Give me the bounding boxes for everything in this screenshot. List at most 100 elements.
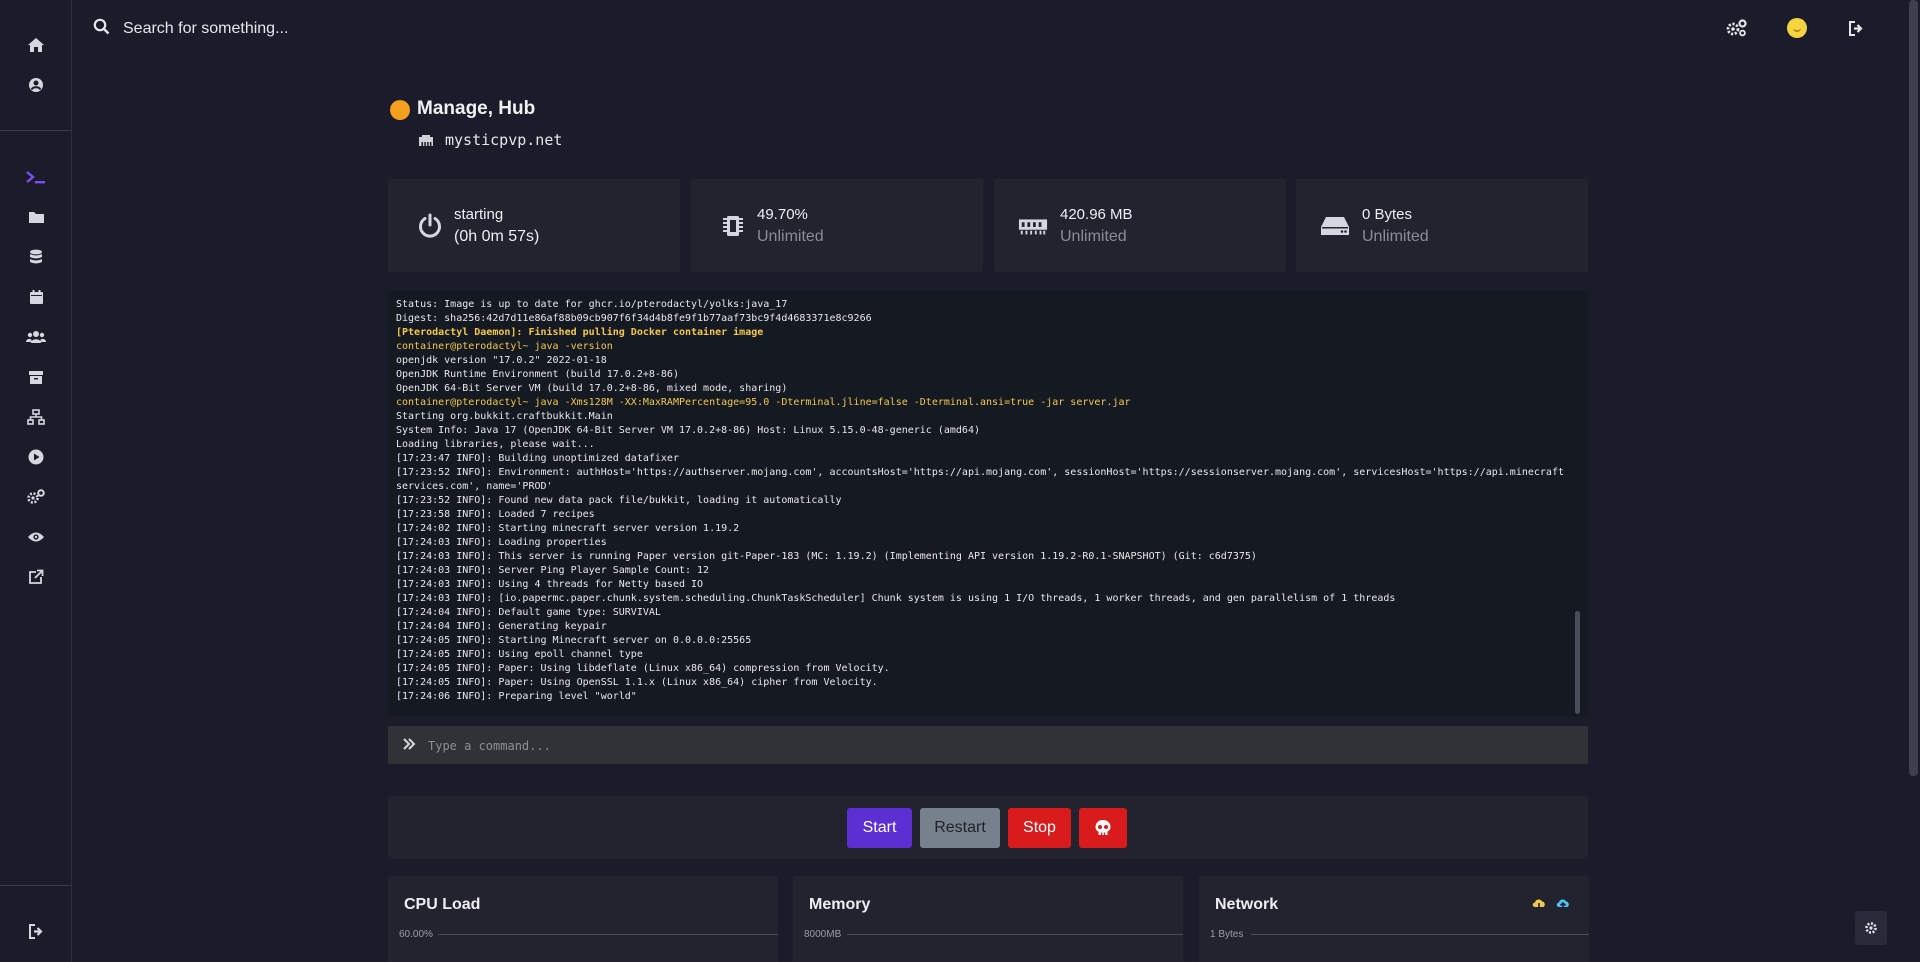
console-line: Starting org.bukkit.craftbukkit.Main bbox=[396, 411, 613, 422]
console-line: Status: Image is up to date for ghcr.io/… bbox=[396, 299, 788, 310]
console-line: [17:24:04 INFO]: Default game type: SURV… bbox=[396, 607, 661, 618]
admin-gears-icon[interactable] bbox=[1725, 16, 1749, 40]
external-link-icon[interactable] bbox=[22, 563, 50, 591]
console-line: [17:24:05 INFO]: Paper: Using OpenSSL 1.… bbox=[396, 677, 878, 688]
stat-card-status: starting (0h 0m 57s) bbox=[388, 179, 680, 272]
console-line: Digest: sha256:42d7d11e86af88b09cb907f6f… bbox=[396, 313, 872, 324]
console-line: OpenJDK 64-Bit Server VM (build 17.0.2+8… bbox=[396, 383, 788, 394]
console-line: [17:24:03 INFO]: Using 4 threads for Net… bbox=[396, 579, 704, 590]
command-bar bbox=[388, 726, 1588, 764]
console-icon[interactable] bbox=[22, 163, 50, 191]
eye-icon[interactable] bbox=[22, 523, 50, 551]
play-circle-icon[interactable] bbox=[22, 443, 50, 471]
stat-cpu-value: 49.70% bbox=[757, 206, 808, 223]
kill-button[interactable] bbox=[1079, 808, 1127, 848]
skull-icon bbox=[1094, 819, 1112, 837]
console-line: [17:24:05 INFO]: Paper: Using libdeflate… bbox=[396, 663, 890, 674]
stop-button[interactable]: Stop bbox=[1008, 808, 1071, 848]
console-line-daemon: [Pterodactyl Daemon]: Finished pulling D… bbox=[396, 327, 764, 338]
console-lines: Status: Image is up to date for ghcr.io/… bbox=[396, 298, 1564, 704]
console-line: [17:24:05 INFO]: Starting Minecraft serv… bbox=[396, 635, 752, 646]
stat-card-cpu: 49.70% Unlimited bbox=[691, 179, 983, 272]
stat-disk-limit: Unlimited bbox=[1362, 228, 1429, 245]
console-line: [17:24:03 INFO]: Server Ping Player Samp… bbox=[396, 565, 710, 576]
network-card: Network 1 Bytes bbox=[1199, 876, 1589, 962]
search-input[interactable] bbox=[121, 14, 545, 44]
console-line: System Info: Java 17 (OpenJDK 64-Bit Ser… bbox=[396, 425, 980, 436]
network-title: Network bbox=[1215, 896, 1279, 913]
sidebar-divider bbox=[0, 130, 71, 131]
stat-card-memory: 420.96 MB Unlimited bbox=[994, 179, 1286, 272]
console-line: [17:24:05 INFO]: Using epoll channel typ… bbox=[396, 649, 643, 660]
user-avatar[interactable] bbox=[1785, 16, 1809, 40]
console-line: [17:24:03 INFO]: This server is running … bbox=[396, 551, 1257, 562]
stat-card-disk: 0 Bytes Unlimited bbox=[1296, 179, 1588, 272]
console-line: [17:23:47 INFO]: Building unoptimized da… bbox=[396, 453, 679, 464]
stat-disk-value: 0 Bytes bbox=[1362, 206, 1413, 223]
console-line: [17:23:52 INFO]: Environment: authHost='… bbox=[396, 467, 1564, 478]
console-line-prompt: container@pterodactyl~ java -Xms128M -XX… bbox=[396, 397, 1131, 408]
memory-axis-label: 8000MB bbox=[804, 929, 842, 940]
console-line: services.com', name='PROD' bbox=[396, 481, 553, 492]
memory-icon bbox=[1018, 211, 1048, 241]
memory-title: Memory bbox=[809, 896, 871, 913]
folder-icon[interactable] bbox=[22, 203, 50, 231]
restart-button[interactable]: Restart bbox=[920, 808, 1000, 848]
console-line: openjdk version "17.0.2" 2022-01-18 bbox=[396, 355, 607, 366]
memory-card: Memory 8000MB bbox=[793, 876, 1183, 962]
archive-icon[interactable] bbox=[22, 363, 50, 391]
console-line: [17:24:02 INFO]: Starting minecraft serv… bbox=[396, 523, 740, 534]
disk-icon bbox=[1320, 211, 1350, 241]
top-bar bbox=[71, 0, 1920, 56]
stat-memory-limit: Unlimited bbox=[1060, 228, 1127, 245]
console-line: OpenJDK Runtime Environment (build 17.0.… bbox=[396, 369, 679, 380]
start-button[interactable]: Start bbox=[847, 808, 912, 848]
console-line: [17:23:52 INFO]: Found new data pack fil… bbox=[396, 495, 842, 506]
logout-icon[interactable] bbox=[22, 917, 50, 945]
console-line: [17:24:04 INFO]: Generating keypair bbox=[396, 621, 607, 632]
sign-out-icon[interactable] bbox=[1844, 16, 1868, 40]
calendar-icon[interactable] bbox=[22, 283, 50, 311]
theme-settings-button[interactable] bbox=[1855, 911, 1887, 945]
console-line: [17:24:06 INFO]: Preparing level "world" bbox=[396, 691, 637, 702]
stat-memory-value: 420.96 MB bbox=[1060, 206, 1133, 223]
home-icon[interactable] bbox=[22, 31, 50, 59]
console-scrollbar[interactable] bbox=[1575, 611, 1580, 714]
cloud-upload-icon bbox=[1555, 896, 1571, 912]
settings-gears-icon[interactable] bbox=[22, 483, 50, 511]
server-name: Manage, Hub bbox=[417, 98, 536, 119]
stat-cpu-limit: Unlimited bbox=[757, 228, 824, 245]
sidebar-divider-bottom bbox=[0, 885, 71, 886]
users-icon[interactable] bbox=[22, 323, 50, 351]
command-input[interactable] bbox=[426, 732, 1530, 760]
stat-status-text: starting bbox=[454, 206, 504, 223]
cloud-download-icon bbox=[1531, 896, 1547, 912]
console-line: [17:23:58 INFO]: Loaded 7 recipes bbox=[396, 509, 595, 520]
stat-uptime-text: (0h 0m 57s) bbox=[454, 228, 540, 245]
power-controls: Start Restart Stop bbox=[388, 796, 1588, 859]
cpu-load-gridline bbox=[438, 934, 778, 935]
search-icon bbox=[93, 18, 110, 35]
console-line-prompt: container@pterodactyl~ java -version bbox=[396, 341, 613, 352]
server-host: mysticpvp.net bbox=[445, 131, 563, 149]
cpu-icon bbox=[718, 211, 748, 241]
console-line: [17:24:03 INFO]: Loading properties bbox=[396, 537, 607, 548]
ethernet-icon bbox=[418, 134, 434, 147]
double-chevron-right-icon bbox=[402, 737, 416, 751]
server-status-indicator bbox=[390, 100, 410, 120]
account-icon[interactable] bbox=[22, 71, 50, 99]
page-scrollbar[interactable] bbox=[1909, 0, 1918, 776]
cpu-load-title: CPU Load bbox=[404, 896, 481, 913]
network-icon[interactable] bbox=[22, 403, 50, 431]
network-gridline bbox=[1251, 934, 1589, 935]
database-icon[interactable] bbox=[22, 243, 50, 271]
console-output[interactable]: Status: Image is up to date for ghcr.io/… bbox=[388, 291, 1588, 716]
sidebar bbox=[0, 0, 72, 962]
memory-gridline bbox=[847, 934, 1183, 935]
console-line: [17:24:03 INFO]: [io.papermc.paper.chunk… bbox=[396, 593, 1396, 604]
network-axis-label: 1 Bytes bbox=[1210, 929, 1244, 940]
cpu-load-card: CPU Load 60.00% bbox=[388, 876, 778, 962]
sun-gear-icon bbox=[1863, 920, 1879, 936]
console-line: Loading libraries, please wait... bbox=[396, 439, 595, 450]
avatar-image bbox=[1787, 18, 1807, 38]
